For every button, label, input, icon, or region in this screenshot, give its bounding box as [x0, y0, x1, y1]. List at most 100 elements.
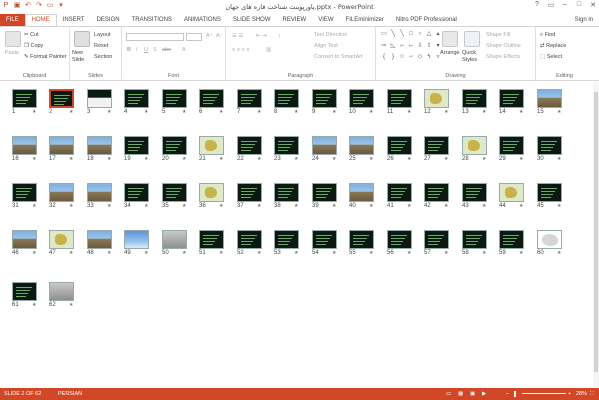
sorter-view-icon[interactable]: ▦: [458, 391, 463, 397]
animation-star-icon[interactable]: ★: [69, 156, 73, 162]
shape-effects-button[interactable]: Shape Effects: [486, 54, 520, 61]
slide-thumbnail[interactable]: 56 ★: [387, 230, 419, 264]
slide-thumbnail[interactable]: 51 ★: [199, 230, 231, 264]
zoom-slider[interactable]: [522, 393, 566, 394]
bracket-shape-icon[interactable]: ⌐: [398, 42, 406, 53]
animation-star-icon[interactable]: ★: [219, 156, 223, 162]
animation-star-icon[interactable]: ★: [557, 203, 561, 209]
slide-thumbnail[interactable]: 24 ★: [312, 136, 344, 170]
underline-button[interactable]: U: [144, 47, 148, 54]
rtri-shape-icon[interactable]: ◺: [389, 42, 397, 53]
animation-star-icon[interactable]: ★: [107, 109, 111, 115]
slide-thumbnail[interactable]: 41 ★: [387, 183, 419, 217]
animation-star-icon[interactable]: ★: [482, 250, 486, 256]
slide-thumbnail[interactable]: 11 ★: [387, 89, 419, 123]
animation-star-icon[interactable]: ★: [407, 156, 411, 162]
slide-thumbnail[interactable]: 13 ★: [462, 89, 494, 123]
format-painter-button[interactable]: ✎ Format Painter: [24, 54, 67, 61]
layout-button[interactable]: Layout: [94, 32, 111, 39]
slide-thumbnail[interactable]: 21 ★: [199, 136, 231, 170]
slide-thumbnail[interactable]: 25 ★: [349, 136, 381, 170]
tab-animations[interactable]: ANIMATIONS: [178, 14, 227, 26]
normal-view-icon[interactable]: ▭: [446, 391, 451, 397]
animation-star-icon[interactable]: ★: [107, 156, 111, 162]
font-color-icon[interactable]: A: [182, 47, 186, 54]
minimize-icon[interactable]: –: [561, 1, 569, 9]
animation-star-icon[interactable]: ★: [257, 109, 261, 115]
paste-icon[interactable]: [5, 31, 21, 47]
slide-thumbnail[interactable]: 14 ★: [499, 89, 531, 123]
animation-star-icon[interactable]: ★: [32, 250, 36, 256]
slide-thumbnail[interactable]: 22 ★: [237, 136, 269, 170]
slide-thumbnail[interactable]: 28 ★: [462, 136, 494, 170]
align-text-button[interactable]: Align Text: [314, 43, 338, 50]
curly2-shape-icon[interactable]: }: [389, 53, 397, 64]
animation-star-icon[interactable]: ★: [144, 109, 148, 115]
animation-star-icon[interactable]: ★: [257, 250, 261, 256]
arrange-button[interactable]: Arrange: [440, 50, 460, 57]
tab-view[interactable]: VIEW: [312, 14, 339, 26]
slide-thumbnail[interactable]: 42 ★: [424, 183, 456, 217]
quick-styles-icon[interactable]: [464, 31, 480, 47]
font-name-input[interactable]: [126, 33, 184, 41]
animation-star-icon[interactable]: ★: [407, 250, 411, 256]
animation-star-icon[interactable]: ★: [182, 156, 186, 162]
animation-star-icon[interactable]: ★: [369, 156, 373, 162]
slide-thumbnail[interactable]: 60 ★: [537, 230, 569, 264]
tab-design[interactable]: DESIGN: [91, 14, 126, 26]
slide-thumbnail[interactable]: 33 ★: [87, 183, 119, 217]
slide-thumbnail[interactable]: 54 ★: [312, 230, 344, 264]
animation-star-icon[interactable]: ★: [219, 250, 223, 256]
slide-thumbnail[interactable]: 53 ★: [274, 230, 306, 264]
slide-thumbnail[interactable]: 7 ★: [237, 89, 269, 123]
slide-thumbnail[interactable]: 1 ★: [12, 89, 44, 123]
slide-thumbnail[interactable]: 23 ★: [274, 136, 306, 170]
animation-star-icon[interactable]: ★: [32, 203, 36, 209]
animation-star-icon[interactable]: ★: [144, 250, 148, 256]
text-direction-button[interactable]: Text Direction: [314, 32, 347, 39]
slide-thumbnail[interactable]: 17 ★: [49, 136, 81, 170]
quick-styles-button[interactable]: Quick Styles: [462, 50, 484, 64]
animation-star-icon[interactable]: ★: [219, 203, 223, 209]
language-status[interactable]: PERSIAN: [58, 391, 82, 397]
new-slide-button[interactable]: New Slide: [72, 50, 94, 64]
up-arrow-shape-icon[interactable]: ⇧: [425, 42, 433, 53]
slide-thumbnail[interactable]: 45 ★: [537, 183, 569, 217]
shadow-button[interactable]: S: [153, 47, 157, 54]
slide-thumbnail[interactable]: 20 ★: [162, 136, 194, 170]
animation-star-icon[interactable]: ★: [482, 203, 486, 209]
zoom-out-icon[interactable]: –: [506, 391, 509, 397]
slide-thumbnail[interactable]: 47 ★: [49, 230, 81, 264]
animation-star-icon[interactable]: ★: [182, 203, 186, 209]
font-size-input[interactable]: [186, 33, 202, 41]
animation-star-icon[interactable]: ★: [332, 109, 336, 115]
slide-thumbnail[interactable]: 31 ★: [12, 183, 44, 217]
animation-star-icon[interactable]: ★: [369, 203, 373, 209]
tab-nitro[interactable]: Nitro PDF Professional: [390, 14, 463, 26]
slide-thumbnail[interactable]: 30 ★: [537, 136, 569, 170]
slide-thumbnail[interactable]: 36 ★: [199, 183, 231, 217]
star-shape-icon[interactable]: ☆: [398, 53, 406, 64]
animation-star-icon[interactable]: ★: [257, 156, 261, 162]
align-icons[interactable]: ≡ ≡ ≡ ≡: [232, 47, 249, 54]
animation-star-icon[interactable]: ★: [482, 109, 486, 115]
animation-star-icon[interactable]: ★: [407, 109, 411, 115]
animation-star-icon[interactable]: ★: [407, 203, 411, 209]
reading-view-icon[interactable]: ▣: [470, 391, 475, 397]
slide-thumbnail[interactable]: 29 ★: [499, 136, 531, 170]
triangle-shape-icon[interactable]: △: [425, 30, 433, 41]
textbox-shape-icon[interactable]: ▭: [380, 30, 388, 41]
animation-star-icon[interactable]: ★: [257, 203, 261, 209]
tab-fileminimizer[interactable]: FILEminimizer: [340, 14, 390, 26]
brace-shape-icon[interactable]: ∽: [407, 53, 415, 64]
animation-star-icon[interactable]: ★: [557, 156, 561, 162]
gallery-up-icon[interactable]: ▴: [434, 30, 442, 41]
slide-thumbnail[interactable]: 32 ★: [49, 183, 81, 217]
tab-file[interactable]: FILE: [0, 14, 25, 26]
animation-star-icon[interactable]: ★: [69, 302, 73, 308]
replace-button[interactable]: ⇄ Replace: [540, 43, 566, 50]
slide-thumbnail[interactable]: 59 ★: [499, 230, 531, 264]
animation-star-icon[interactable]: ★: [444, 109, 448, 115]
strikethrough-button[interactable]: abc: [162, 47, 171, 54]
animation-star-icon[interactable]: ★: [32, 156, 36, 162]
